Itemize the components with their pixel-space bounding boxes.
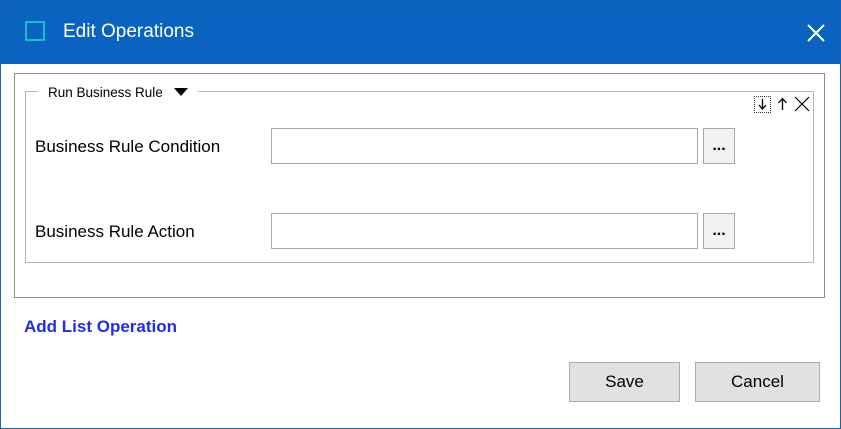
business-rule-condition-input[interactable] xyxy=(271,128,698,164)
move-up-button[interactable] xyxy=(773,95,791,113)
close-small-icon xyxy=(794,96,810,112)
business-rule-action-label: Business Rule Action xyxy=(35,222,195,241)
operations-panel: Run Business Rule Business Rule Conditio… xyxy=(14,73,825,298)
business-rule-condition-label: Business Rule Condition xyxy=(35,137,221,156)
insert-below-icon xyxy=(758,98,767,110)
add-list-operation-link[interactable]: Add List Operation xyxy=(24,317,177,337)
operation-toolbar xyxy=(754,95,811,113)
business-rule-condition-browse-button[interactable]: ... xyxy=(703,128,735,164)
business-rule-action-input[interactable] xyxy=(271,213,698,249)
remove-operation-button[interactable] xyxy=(793,95,811,113)
title-bar: Edit Operations xyxy=(1,1,840,64)
business-rule-action-browse-button[interactable]: ... xyxy=(703,213,735,249)
insert-below-button[interactable] xyxy=(754,95,771,113)
operation-type-label: Run Business Rule xyxy=(48,84,163,100)
close-icon xyxy=(807,23,825,42)
cancel-button[interactable]: Cancel xyxy=(695,362,820,402)
dialog-title: Edit Operations xyxy=(63,21,194,42)
edit-operations-dialog: Edit Operations Run Business Rule Busine… xyxy=(0,0,841,429)
operation-group: Run Business Rule Business Rule Conditio… xyxy=(25,82,814,263)
close-button[interactable] xyxy=(792,1,840,64)
window-icon xyxy=(25,21,45,41)
save-button[interactable]: Save xyxy=(569,362,680,402)
arrow-up-icon xyxy=(777,97,787,110)
operation-type-dropdown[interactable]: Run Business Rule xyxy=(38,82,198,102)
caret-down-icon xyxy=(173,88,188,96)
